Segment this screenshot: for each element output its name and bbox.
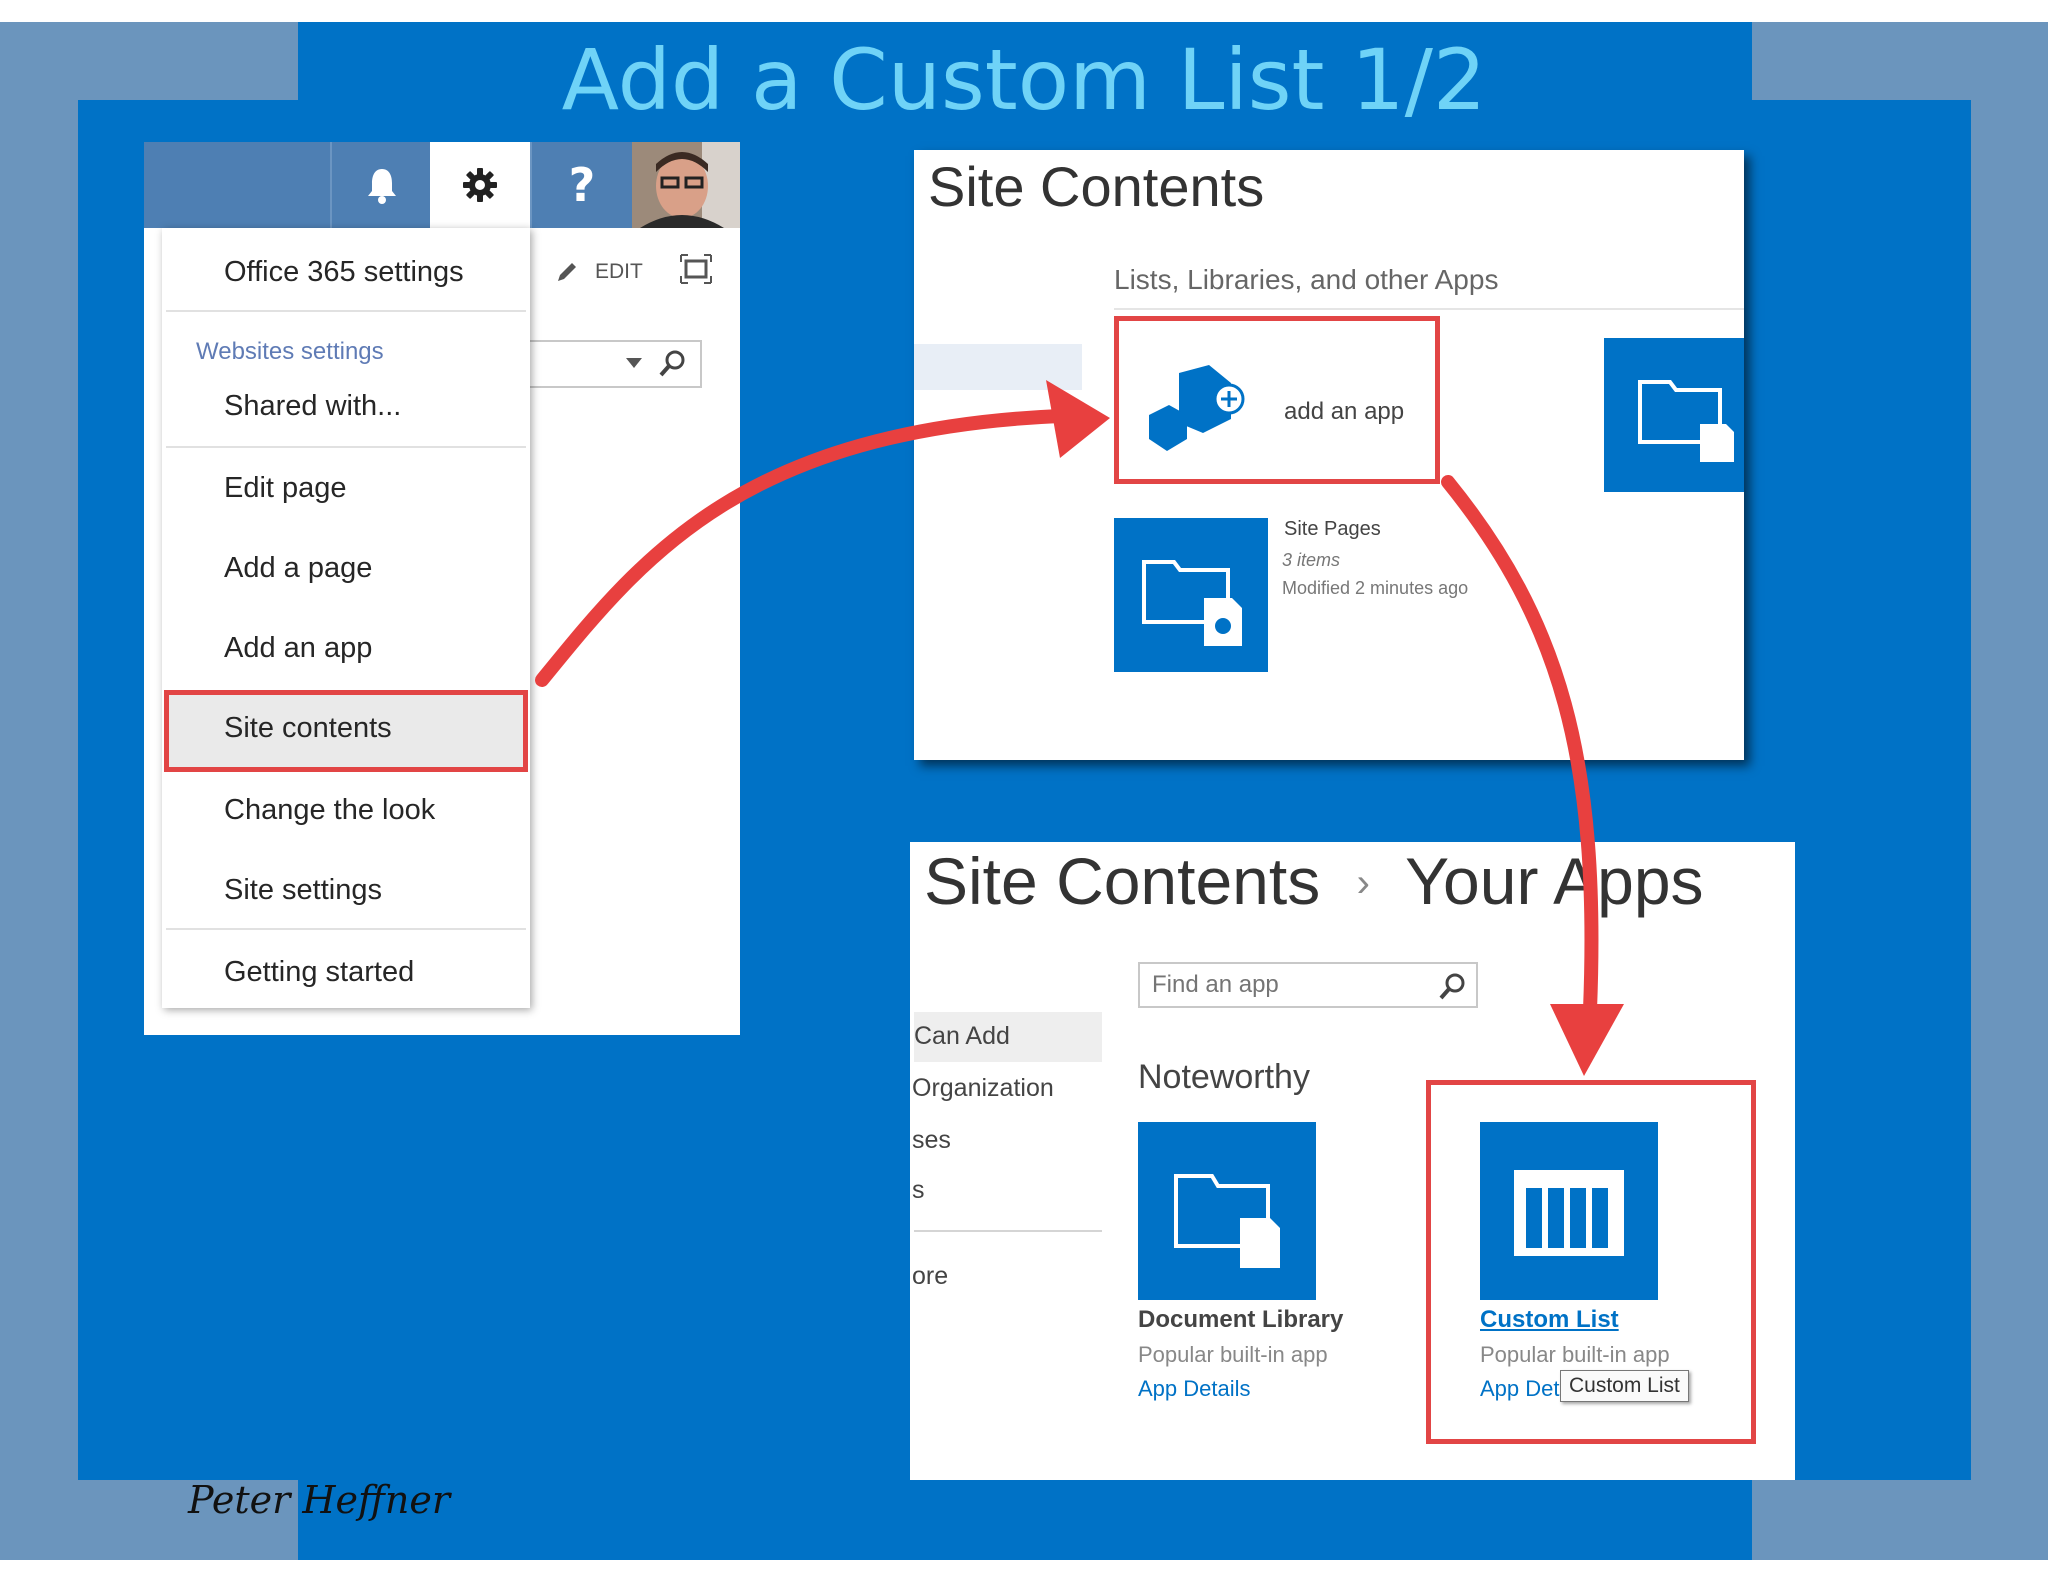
find-app-search[interactable]: [1138, 962, 1478, 1008]
site-pages-modified: Modified 2 minutes ago: [1282, 578, 1469, 598]
nav-ses[interactable]: ses: [912, 1126, 951, 1155]
breadcrumb-your-apps: Your Apps: [1405, 844, 1704, 918]
breadcrumb-site-contents[interactable]: Site Contents: [924, 844, 1320, 918]
add-app-icon: [1149, 365, 1245, 451]
document-library-app-details-link[interactable]: App Details: [1138, 1376, 1251, 1402]
site-pages-item-count: 3 items: [1282, 550, 1341, 570]
site-pages-name[interactable]: Site Pages: [1284, 518, 1381, 541]
menu-group-label: Websites settings: [196, 338, 384, 365]
menu-divider: [166, 310, 526, 312]
document-library-name[interactable]: Document Library: [1138, 1306, 1343, 1334]
custom-list-name[interactable]: Custom List: [1480, 1306, 1619, 1334]
left-nav-selected-strip: [914, 344, 1082, 390]
your-apps-breadcrumb: Site Contents › Your Apps: [924, 840, 1704, 924]
help-button[interactable]: ?: [530, 142, 632, 228]
custom-list-app-details-link[interactable]: App Det: [1480, 1376, 1560, 1402]
custom-list-tooltip: Custom List: [1560, 1370, 1689, 1402]
slide-bottom-band: [298, 1478, 1752, 1560]
page-toolbar: EDIT: [555, 250, 735, 294]
menu-item-shared-with[interactable]: Shared with...: [224, 386, 401, 426]
help-icon: ?: [568, 158, 596, 212]
site-contents-title: Site Contents: [928, 155, 1265, 218]
nav-can-add[interactable]: Can Add: [914, 1022, 1010, 1051]
user-avatar[interactable]: [632, 142, 740, 228]
nav-organization[interactable]: Organization: [912, 1074, 1054, 1103]
menu-item-change-look[interactable]: Change the look: [224, 790, 435, 830]
custom-list-icon: [1514, 1170, 1624, 1256]
noteworthy-heading: Noteworthy: [1138, 1058, 1310, 1096]
user-photo: [632, 142, 740, 228]
menu-item-site-settings[interactable]: Site settings: [224, 870, 382, 910]
menu-item-add-page[interactable]: Add a page: [224, 548, 372, 588]
heading-divider: [1114, 308, 1744, 310]
menu-item-office365-settings[interactable]: Office 365 settings: [224, 252, 464, 292]
site-pages-tile[interactable]: [1114, 518, 1268, 672]
document-library-icon: [1174, 1174, 1280, 1268]
menu-item-getting-started[interactable]: Getting started: [224, 952, 414, 992]
library-tile[interactable]: [1604, 338, 1744, 492]
lists-libraries-heading: Lists, Libraries, and other Apps: [1114, 264, 1499, 295]
pencil-icon: [558, 263, 576, 281]
edit-link[interactable]: EDIT: [595, 260, 643, 284]
menu-item-add-app[interactable]: Add an app: [224, 628, 372, 668]
breadcrumb-separator: ›: [1356, 861, 1370, 905]
nav-divider: [914, 1230, 1102, 1232]
document-library-tile[interactable]: [1138, 1122, 1316, 1300]
custom-list-tile[interactable]: [1480, 1122, 1658, 1300]
nav-more[interactable]: ore: [912, 1262, 948, 1291]
add-an-app-label[interactable]: add an app: [1284, 398, 1404, 426]
nav-s[interactable]: s: [912, 1176, 925, 1205]
custom-list-subtitle: Popular built-in app: [1480, 1342, 1670, 1367]
bell-icon: [368, 169, 396, 204]
menu-item-site-contents[interactable]: Site contents: [224, 708, 392, 748]
find-app-input[interactable]: [1150, 964, 1434, 1006]
search-icon[interactable]: [658, 348, 688, 378]
author-signature: Peter Heffner: [188, 1478, 451, 1522]
menu-item-edit-page[interactable]: Edit page: [224, 468, 347, 508]
menu-divider: [166, 928, 526, 930]
folder-icon: [1638, 380, 1734, 462]
site-search-box[interactable]: [528, 340, 702, 388]
notifications-button[interactable]: [330, 142, 432, 228]
slide-title: Add a Custom List 1/2: [561, 31, 1487, 129]
focus-content-icon[interactable]: [680, 254, 712, 284]
settings-gear-button[interactable]: [430, 142, 530, 228]
dropdown-caret-icon[interactable]: [624, 356, 644, 370]
search-icon[interactable]: [1438, 971, 1468, 1001]
document-library-subtitle: Popular built-in app: [1138, 1342, 1328, 1367]
site-pages-icon: [1142, 560, 1242, 646]
menu-divider: [166, 446, 526, 448]
gear-icon: [463, 168, 497, 202]
